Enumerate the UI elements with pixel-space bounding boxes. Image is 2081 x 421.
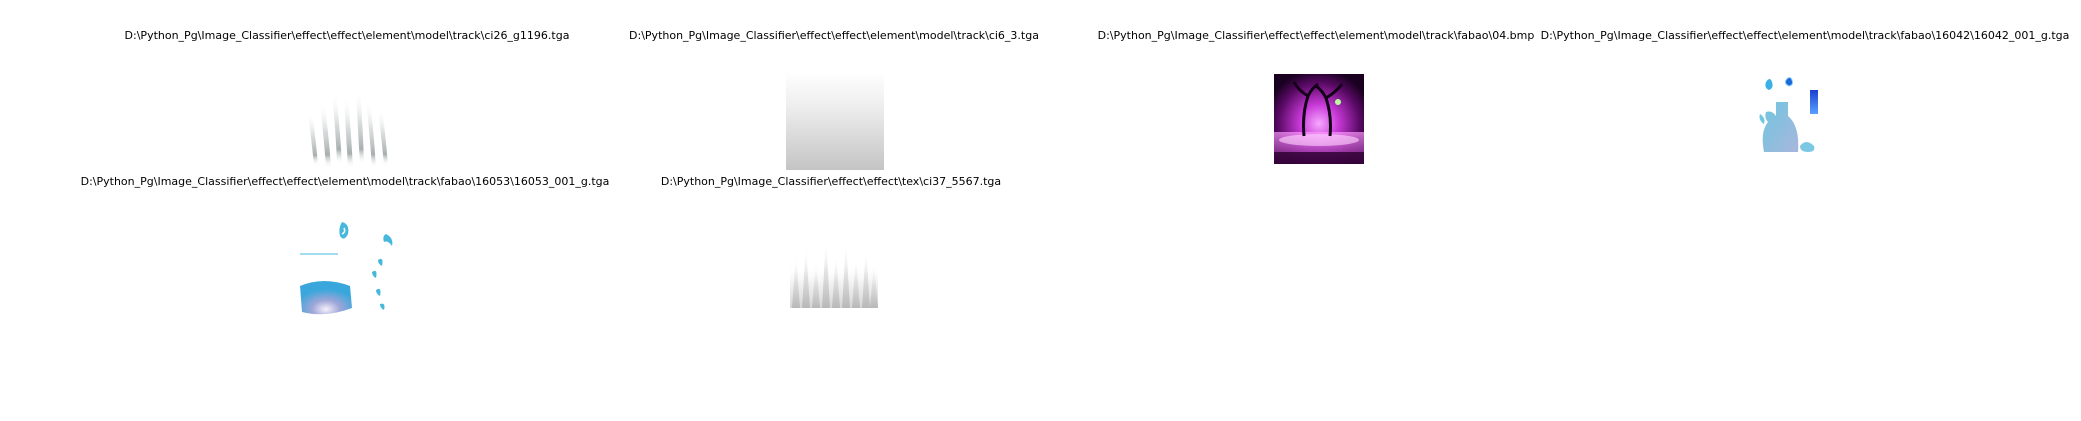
panel-title-1: D:\Python_Pg\Image_Classifier\effect\eff… <box>124 29 570 42</box>
panel-title-4: D:\Python_Pg\Image_Classifier\effect\eff… <box>1540 29 2070 42</box>
panel-image-6 <box>788 224 880 312</box>
panel-title-3: D:\Python_Pg\Image_Classifier\effect\eff… <box>1097 29 1535 42</box>
panel-title-5: D:\Python_Pg\Image_Classifier\effect\eff… <box>80 175 610 188</box>
panel-title-6: D:\Python_Pg\Image_Classifier\effect\eff… <box>660 175 1002 188</box>
panel-image-5 <box>298 216 402 320</box>
panel-image-3 <box>1274 74 1364 164</box>
panel-image-2 <box>786 72 884 170</box>
panel-title-2: D:\Python_Pg\Image_Classifier\effect\eff… <box>629 29 1039 42</box>
panel-image-4 <box>1754 72 1858 168</box>
panel-image-1 <box>302 84 392 170</box>
